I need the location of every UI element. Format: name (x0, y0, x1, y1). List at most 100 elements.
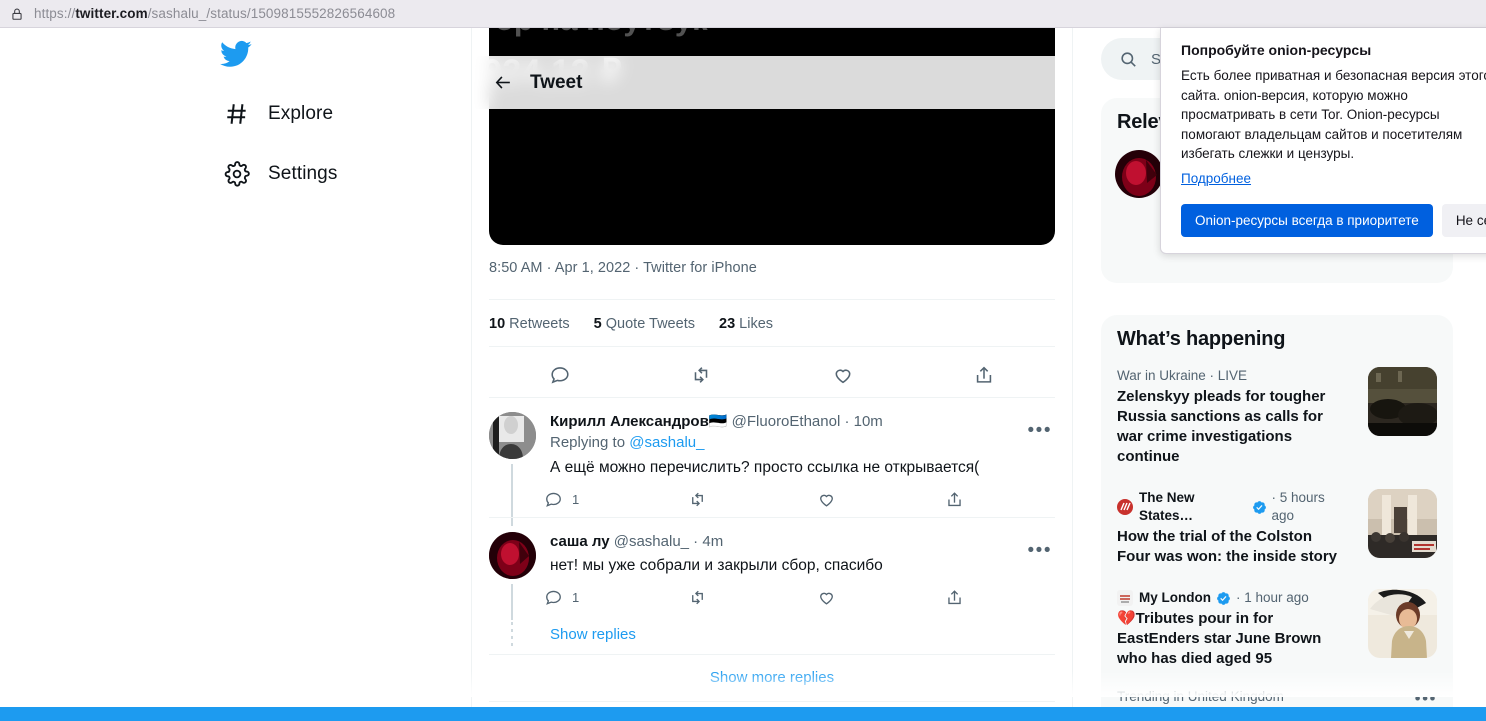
stat-likes[interactable]: 23 Likes (719, 316, 773, 332)
avatar-image (1115, 150, 1163, 198)
search-icon (1121, 51, 1136, 67)
sidebar-item-settings[interactable]: Settings (210, 153, 351, 195)
reply-button[interactable]: 1 (544, 490, 579, 509)
list-item: саша лу @sashalu_ · 4m нет! мы уже собра… (472, 532, 1072, 652)
stat-likes-count: 23 (719, 316, 736, 332)
trend-source-name: My London (1139, 590, 1211, 605)
retweet-icon[interactable] (690, 364, 712, 386)
trend-text: My London · 1 hour ago 💔Tributes pour in… (1117, 589, 1347, 669)
share-icon (948, 590, 961, 605)
divider-4 (489, 517, 1055, 518)
share-icon (948, 492, 961, 507)
thread-connector (511, 584, 513, 620)
divider-3 (489, 397, 1055, 398)
whats-happening-card: What’s happening War in Ukraine · LIVE Z… (1101, 315, 1453, 721)
back-button[interactable] (486, 66, 520, 100)
reply-actions: 1 (544, 588, 964, 607)
page-title: Tweet (530, 71, 583, 93)
reply-actions: 1 (544, 490, 964, 509)
trend-headline: How the trial of the Colston Four was wo… (1117, 528, 1338, 565)
trend-item[interactable]: The New States… · 5 hours ago How the tr… (1101, 479, 1453, 579)
the-new-statesman-logo-icon (1117, 499, 1133, 515)
sidebar-item-label-explore: Explore (268, 103, 334, 124)
reply-author-name[interactable]: саша лу (550, 533, 610, 550)
reply-author-name[interactable]: Кирилл Александров (550, 413, 709, 430)
reply-button[interactable]: 1 (544, 588, 579, 607)
stat-likes-label: Likes (739, 316, 774, 332)
more-dots-icon[interactable]: ••• (1028, 421, 1052, 440)
stat-quotes-count: 5 (593, 316, 602, 332)
like-heart-icon (819, 494, 833, 507)
trend-item[interactable]: War in Ukraine · LIVE Zelenskyy pleads f… (1101, 357, 1453, 479)
whats-happening-title: What’s happening (1117, 328, 1286, 350)
divider-6 (489, 701, 1055, 702)
url-prefix: https:// (34, 6, 76, 21)
war-damage-thumbnail (1368, 367, 1437, 436)
thumbnail-image (1368, 589, 1437, 658)
thread-connector-dotted (511, 622, 513, 648)
reply-icon (546, 492, 561, 507)
avatar[interactable] (489, 532, 536, 579)
url-path: /sashalu_/status/1509815552826564608 (147, 6, 396, 21)
sidebar-item-explore[interactable]: Explore (210, 93, 347, 135)
my-london-logo-icon (1117, 590, 1133, 606)
learn-more-link[interactable]: Подробнее (1181, 171, 1251, 186)
hashtag-icon (227, 104, 246, 124)
like-button[interactable] (817, 490, 836, 509)
share-icon[interactable] (973, 364, 995, 386)
show-replies-link[interactable]: Show replies (550, 626, 636, 643)
stat-retweets[interactable]: 10 Retweets (489, 316, 570, 332)
tweet-actions (489, 362, 1055, 388)
twitter-bird-icon[interactable] (220, 38, 252, 70)
trend-text: War in Ukraine · LIVE Zelenskyy pleads f… (1117, 367, 1347, 467)
retweet-button[interactable] (688, 490, 707, 509)
more-dots-icon[interactable]: ••• (1415, 690, 1437, 707)
browser-url-bar[interactable]: https://twitter.com/sashalu_/status/1509… (0, 0, 1486, 28)
avatar[interactable] (489, 412, 536, 459)
divider-1 (489, 299, 1055, 300)
reply-body: Кирилл Александров🇪🇪 @FluoroEthanol · 10… (550, 412, 1050, 478)
prioritize-onion-button[interactable]: Onion-ресурсы всегда в приоритете (1181, 203, 1433, 237)
like-heart-icon[interactable] (832, 364, 854, 386)
trend-text: The New States… · 5 hours ago How the tr… (1117, 489, 1347, 567)
reply-author-handle[interactable]: @FluoroEthanol (732, 413, 841, 430)
back-arrow-icon (495, 76, 510, 89)
share-button[interactable] (945, 490, 964, 509)
reply-author-handle[interactable]: @sashalu_ (614, 533, 689, 550)
tweet-column: ор на ноутбук 924,12 ₽ Tweet 8:50 AM · A… (471, 28, 1073, 711)
reply-icon (546, 590, 561, 605)
reply-count: 1 (572, 590, 580, 605)
url-domain: twitter.com (75, 6, 148, 21)
url-text: https://twitter.com/sashalu_/status/1509… (34, 6, 395, 21)
june-brown-portrait-thumbnail (1368, 589, 1437, 658)
retweet-button[interactable] (688, 588, 707, 607)
tweet-stats: 10 Retweets 5 Quote Tweets 23 Likes (489, 316, 793, 332)
stat-quotes[interactable]: 5 Quote Tweets (594, 316, 695, 332)
not-now-button[interactable]: Не сейчас (1441, 203, 1486, 237)
share-button[interactable] (945, 588, 964, 607)
trend-time: · 5 hours ago (1271, 490, 1325, 523)
reply-text: А ещё можно перечислить? просто ссылка н… (550, 459, 980, 476)
stat-retweets-count: 10 (489, 316, 506, 332)
reply-text: нет! мы уже собрали и закрыли сбор, спас… (550, 557, 883, 574)
stat-quotes-label: Quote Tweets (605, 316, 695, 332)
replying-to-line: Replying to @sashalu_ (550, 432, 1050, 454)
onion-popup-buttons: Onion-ресурсы всегда в приоритете Не сей… (1181, 203, 1486, 237)
avatar[interactable] (1115, 150, 1163, 198)
tweet-header: Tweet (472, 56, 1055, 109)
more-dots-icon[interactable]: ••• (1028, 541, 1052, 560)
show-more-replies-link[interactable]: Show more replies (472, 669, 1072, 686)
reply-author-line: Кирилл Александров🇪🇪 @FluoroEthanol · 10… (550, 413, 883, 430)
reply-author-flag: 🇪🇪 (708, 413, 728, 430)
like-button[interactable] (817, 588, 836, 607)
reply-body: саша лу @sashalu_ · 4m нет! мы уже собра… (550, 532, 1050, 576)
thumbnail-image (1368, 489, 1437, 558)
replying-to-handle[interactable]: @sashalu_ (629, 434, 704, 451)
trend-source-line: My London · 1 hour ago (1117, 589, 1347, 607)
trend-item[interactable]: My London · 1 hour ago 💔Tributes pour in… (1101, 579, 1453, 681)
reply-icon[interactable] (549, 364, 571, 386)
trend-source-name: The New States… (1139, 490, 1195, 523)
onion-popup-title: Попробуйте onion-ресурсы (1181, 42, 1372, 58)
trend-source-line: The New States… · 5 hours ago (1117, 489, 1347, 525)
trend-time: · 1 hour ago (1235, 590, 1309, 605)
